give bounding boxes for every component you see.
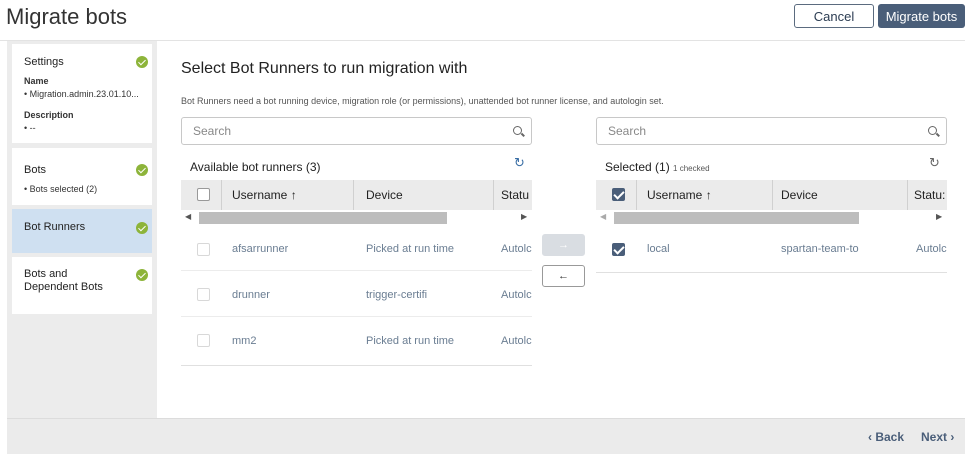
step-sub-label: Name: [24, 76, 49, 86]
column-header-username[interactable]: Username ↑: [232, 188, 297, 202]
search-placeholder: Search: [608, 124, 647, 138]
search-icon: [928, 126, 937, 135]
scroll-right-arrow-icon[interactable]: ▶: [521, 212, 527, 221]
move-left-button[interactable]: ←: [542, 265, 585, 287]
wizard-sidebar: Settings Name • Migration.admin.23.01.10…: [7, 41, 157, 418]
available-runners-label: Available bot runners (3): [190, 160, 321, 174]
scrollbar-thumb[interactable]: [614, 212, 859, 224]
step-title: Bot Runners: [24, 221, 86, 233]
cell-device: Picked at run time: [366, 335, 455, 347]
cell-device: spartan-team-to: [781, 243, 859, 255]
scrollbar-thumb[interactable]: [199, 212, 447, 224]
wizard-footer: ‹ Back Next ›: [7, 418, 965, 454]
step-title: Bots: [24, 164, 47, 176]
refresh-icon[interactable]: ↻: [514, 155, 525, 171]
step-bot-runners[interactable]: Bot Runners: [12, 209, 152, 253]
scroll-left-arrow-icon[interactable]: ◀: [185, 212, 191, 221]
check-circle-icon: [136, 269, 148, 281]
checked-note: 1 checked: [673, 164, 710, 173]
selected-search-input[interactable]: Search: [596, 117, 947, 145]
step-title: Bots and Dependent Bots: [24, 268, 103, 293]
step-bots-and-dependent-bots[interactable]: Bots and Dependent Bots: [12, 257, 152, 314]
table-row[interactable]: afsarrunner Picked at run time Autolc: [181, 226, 532, 271]
step-sub-value: • Bots selected (2): [24, 184, 98, 194]
table-row[interactable]: mm2 Picked at run time Autolc: [181, 318, 532, 363]
column-header-device[interactable]: Device: [366, 188, 403, 202]
column-header-device[interactable]: Device: [781, 188, 818, 202]
step-sub-label: Description: [24, 110, 74, 120]
cell-username: local: [647, 243, 670, 255]
row-checkbox[interactable]: [197, 334, 210, 347]
column-header-username[interactable]: Username ↑: [647, 188, 712, 202]
refresh-icon[interactable]: ↻: [929, 155, 940, 171]
cell-device: Picked at run time: [366, 243, 455, 255]
selected-count: Selected (1): [605, 160, 670, 174]
migrate-bots-button[interactable]: Migrate bots: [878, 4, 965, 28]
column-divider: [493, 180, 494, 210]
header: Migrate bots Cancel Migrate bots: [0, 0, 965, 40]
table-header: Username ↑ Device Statu: [181, 180, 532, 210]
cell-username: drunner: [232, 289, 270, 301]
column-header-status[interactable]: Statu: [501, 188, 529, 202]
move-right-button[interactable]: →: [542, 234, 585, 256]
cell-status: Autolc: [916, 243, 947, 255]
step-bots[interactable]: Bots • Bots selected (2): [12, 148, 152, 205]
row-checkbox[interactable]: [197, 288, 210, 301]
column-divider: [636, 180, 637, 210]
step-sub-value: • Migration.admin.23.01.10...: [24, 89, 139, 99]
table-row[interactable]: local spartan-team-to Autolc: [596, 226, 947, 271]
cancel-button[interactable]: Cancel: [794, 4, 874, 28]
scroll-right-arrow-icon[interactable]: ▶: [936, 212, 942, 221]
selected-runners-label: Selected (1) 1 checked: [605, 160, 710, 174]
available-search-input[interactable]: Search: [181, 117, 532, 145]
check-circle-icon: [136, 56, 148, 68]
horizontal-scrollbar[interactable]: ◀ ▶: [596, 210, 947, 226]
table-row[interactable]: drunner trigger-certifi Autolc: [181, 272, 532, 317]
column-divider: [353, 180, 354, 210]
check-circle-icon: [136, 222, 148, 234]
column-divider: [772, 180, 773, 210]
cell-device: trigger-certifi: [366, 289, 428, 301]
column-divider: [907, 180, 908, 210]
cell-username: mm2: [232, 335, 257, 347]
next-button[interactable]: Next ›: [921, 430, 954, 444]
check-circle-icon: [136, 164, 148, 176]
scroll-left-arrow-icon[interactable]: ◀: [600, 212, 606, 221]
section-description: Bot Runners need a bot running device, m…: [181, 96, 664, 106]
cell-username: afsarrunner: [232, 243, 289, 255]
step-settings[interactable]: Settings Name • Migration.admin.23.01.10…: [12, 44, 152, 143]
column-header-status[interactable]: Statu:: [914, 188, 945, 202]
select-all-checkbox[interactable]: [612, 188, 625, 201]
cell-status: Autolc: [501, 289, 532, 301]
section-title: Select Bot Runners to run migration with: [181, 60, 468, 77]
search-placeholder: Search: [193, 124, 232, 138]
search-icon: [513, 126, 522, 135]
selected-runners-table: Username ↑ Device Statu: ◀ ▶ local spart…: [596, 180, 947, 273]
column-divider: [221, 180, 222, 210]
cell-status: Autolc: [501, 243, 532, 255]
back-button[interactable]: ‹ Back: [868, 430, 904, 444]
horizontal-scrollbar[interactable]: ◀ ▶: [181, 210, 532, 226]
cell-status: Autolc: [501, 335, 532, 347]
row-checkbox[interactable]: [197, 243, 210, 256]
page-title: Migrate bots: [6, 4, 128, 29]
available-runners-table: Username ↑ Device Statu ◀ ▶ afsarrunner …: [181, 180, 532, 366]
table-header: Username ↑ Device Statu:: [596, 180, 947, 210]
row-checkbox[interactable]: [612, 243, 625, 256]
step-title: Settings: [24, 56, 64, 68]
step-sub-value: • --: [24, 123, 36, 133]
select-all-checkbox[interactable]: [197, 188, 210, 201]
